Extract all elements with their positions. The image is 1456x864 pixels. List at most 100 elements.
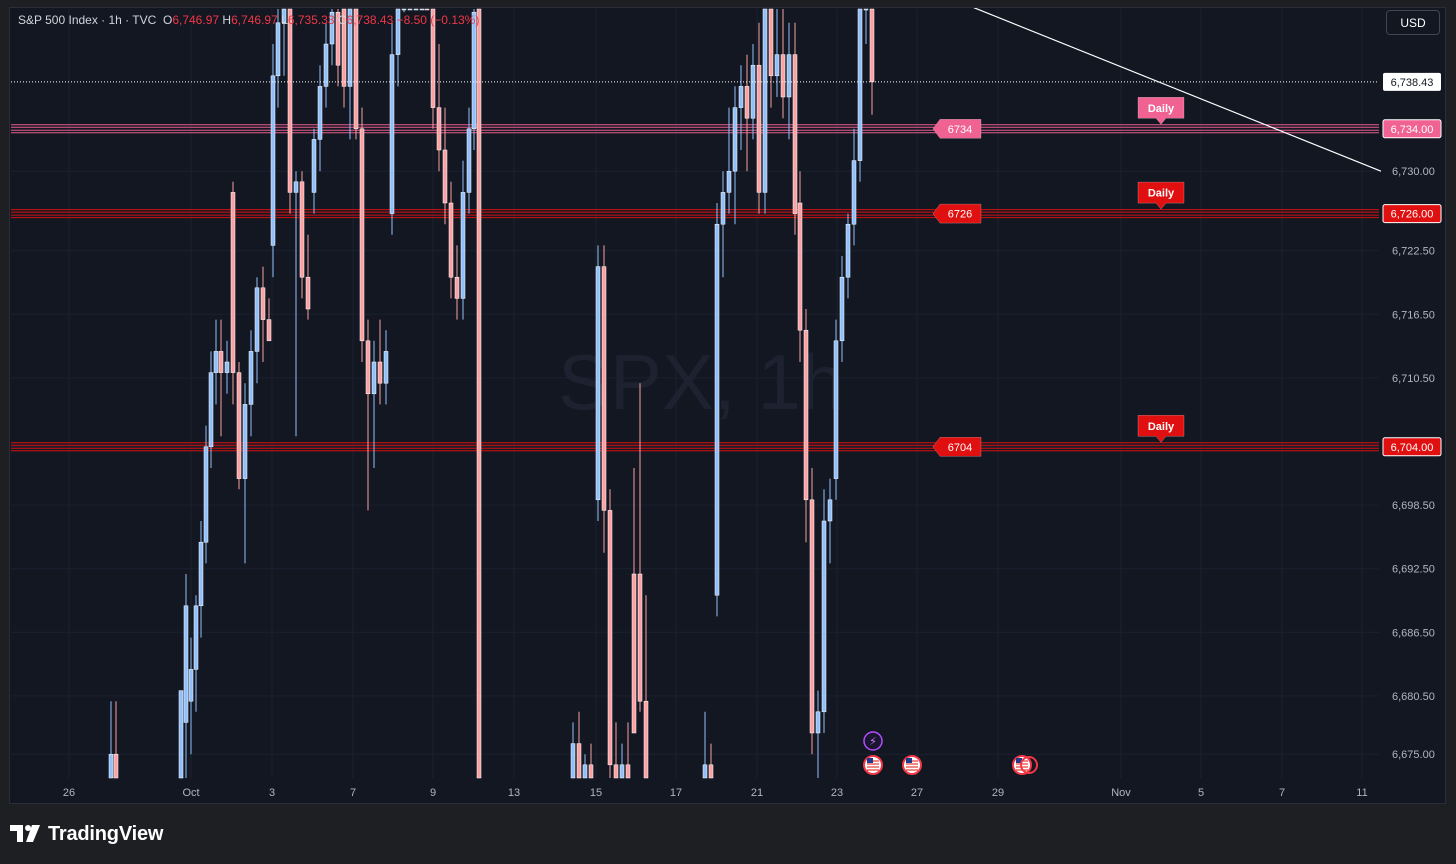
- bear-candle: [637, 573, 643, 702]
- symbol-header: S&P 500 Index · 1h · TVC O6,746.97 H6,74…: [18, 13, 479, 27]
- bull-candle: [419, 8, 425, 11]
- bear-candle: [113, 753, 119, 779]
- bull-candle: [275, 22, 281, 77]
- time-tick-label: 17: [670, 787, 682, 799]
- time-tick-label: 23: [831, 787, 843, 799]
- bear-candle: [756, 64, 762, 193]
- last-price-label: 6,738.43: [1391, 77, 1434, 89]
- bull-candle: [183, 605, 189, 723]
- price-chart[interactable]: SPX, 1h 6799Monthly6793Weekly6771Daily67…: [10, 8, 1447, 805]
- close-label: C: [337, 13, 347, 27]
- time-tick-label: 3: [269, 787, 275, 799]
- currency-button[interactable]: USD: [1386, 10, 1440, 35]
- price-tick-label: 6,710.50: [1392, 373, 1435, 385]
- bear-candle: [780, 54, 786, 98]
- bull-candle: [738, 86, 744, 108]
- event-markers[interactable]: ⚡: [863, 731, 1038, 775]
- bear-candle: [809, 499, 815, 734]
- time-tick-label: Nov: [1111, 787, 1131, 799]
- us-flag-event-icon: [902, 755, 922, 775]
- bull-candle: [203, 446, 209, 543]
- bull-candle: [466, 128, 472, 193]
- time-tick-label: 26: [63, 787, 75, 799]
- bear-candle: [625, 764, 631, 779]
- bear-candle: [869, 8, 875, 83]
- bull-candle: [845, 223, 851, 278]
- time-tick-label: 7: [350, 787, 356, 799]
- bear-candle: [448, 202, 454, 278]
- bull-candle: [595, 266, 601, 501]
- bull-candle: [774, 54, 780, 77]
- bear-candle: [576, 743, 582, 779]
- price-tick-label: 6,680.50: [1392, 691, 1435, 703]
- time-tick-label: 9: [430, 787, 436, 799]
- bear-candle: [476, 8, 482, 779]
- symbol-watermark: SPX, 1h: [558, 338, 844, 426]
- bull-candle: [726, 170, 732, 193]
- bear-candle: [454, 276, 460, 299]
- level-tag-label: 6726: [948, 209, 972, 221]
- change-value: −8.50 (−0.13%): [396, 13, 480, 27]
- bull-candle: [570, 743, 576, 779]
- bear-candle: [359, 128, 365, 342]
- bear-candle: [708, 764, 714, 779]
- level-axis-label: 6,734.00: [1391, 124, 1434, 136]
- bear-candle: [768, 8, 774, 77]
- bull-candle: [762, 8, 768, 193]
- bear-candle: [631, 573, 637, 734]
- low-label: L: [281, 13, 288, 27]
- bull-candle: [732, 107, 738, 172]
- time-tick-label: 11: [1356, 787, 1367, 799]
- bull-candle: [323, 43, 329, 87]
- bull-candle: [720, 192, 726, 225]
- bull-candle: [371, 361, 377, 395]
- brand-logo[interactable]: TradingView: [10, 822, 163, 846]
- bear-candle: [260, 287, 266, 320]
- bear-candle: [797, 202, 803, 331]
- bull-candle: [193, 605, 199, 670]
- timeframe-callout-label: Daily: [1148, 421, 1175, 433]
- symbol-title[interactable]: S&P 500 Index · 1h · TVC: [18, 13, 156, 27]
- lightning-glyph: ⚡: [869, 735, 877, 748]
- bull-candle: [311, 139, 317, 193]
- bull-candle: [833, 340, 839, 479]
- bull-candle: [863, 8, 869, 11]
- bull-candle: [750, 64, 756, 119]
- bull-candle: [383, 351, 389, 384]
- time-tick-label: 13: [508, 787, 520, 799]
- bull-candle: [619, 764, 625, 779]
- price-tick-label: 6,698.50: [1392, 500, 1435, 512]
- bear-candle: [305, 276, 311, 310]
- time-tick-label: 29: [992, 787, 1004, 799]
- bull-candle: [857, 8, 863, 161]
- bull-candle: [248, 351, 254, 405]
- chart-frame[interactable]: SPX, 1h 6799Monthly6793Weekly6771Daily67…: [9, 7, 1446, 804]
- bull-candle: [851, 160, 857, 225]
- level-tag-label: 6704: [948, 442, 972, 454]
- open-value: 6,746.97: [172, 13, 220, 27]
- flag-canton: [867, 758, 873, 763]
- bull-candle: [178, 690, 184, 779]
- timeframe-callout-label: Daily: [1148, 188, 1175, 200]
- time-axis[interactable]: 26 Oct 3 7 9 13 15 17 21 23 27 29 Nov 5 7 11: [63, 787, 1368, 799]
- bull-candle: [827, 499, 833, 522]
- bear-candle: [218, 351, 224, 373]
- bear-candle: [266, 319, 272, 342]
- bear-candle: [643, 700, 649, 779]
- price-axis[interactable]: 6,675.00 6,680.50 6,686.50 6,692.50 6,698.50…: [1382, 8, 1442, 761]
- price-tick-label: 6,692.50: [1392, 564, 1435, 576]
- close-value: 6,738.43: [346, 13, 394, 27]
- trendline-layer[interactable]: [11, 8, 1382, 172]
- level-axis-label: 6,704.00: [1391, 442, 1434, 454]
- bull-candle: [401, 8, 407, 11]
- bear-candle: [588, 764, 594, 779]
- timeframe-callout-label: Daily: [1148, 103, 1175, 115]
- us-flag-event-icon: [863, 755, 883, 775]
- trendline: [973, 8, 1382, 172]
- time-tick-label: 15: [590, 787, 602, 799]
- price-tick-label: 6,722.50: [1392, 246, 1435, 258]
- bear-candle: [365, 340, 371, 395]
- price-tick-label: 6,730.00: [1392, 166, 1435, 178]
- bear-candle: [744, 86, 750, 119]
- high-value: 6,746.97: [231, 13, 278, 27]
